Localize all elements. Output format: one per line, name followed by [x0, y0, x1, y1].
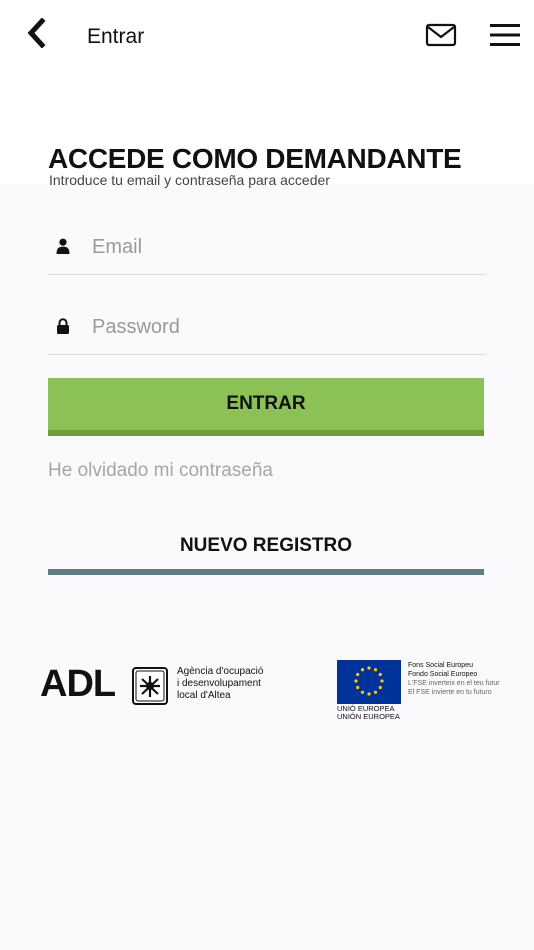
email-field-row: [48, 214, 486, 275]
page-title: Entrar: [87, 25, 145, 48]
app-header: Entrar: [0, 0, 534, 72]
eu-social-fund-logo: UNIÓ EUROPEA UNIÓN EUROPEA Fons Social E…: [337, 660, 527, 730]
adl-caption-line: local d'Altea: [177, 690, 231, 701]
adl-logo-mark: ADL: [40, 663, 116, 705]
new-registration-button[interactable]: NUEVO REGISTRO: [48, 522, 484, 575]
eu-flag-caption-line: UNIÓN EUROPEA: [337, 712, 400, 721]
hamburger-menu-icon[interactable]: [489, 22, 521, 48]
eu-flag-caption: UNIÓ EUROPEA UNIÓN EUROPEA: [337, 705, 400, 721]
adl-caption: Agència d'ocupació i desenvolupament loc…: [177, 666, 297, 702]
login-button[interactable]: ENTRAR: [48, 378, 484, 436]
email-input[interactable]: [90, 226, 474, 268]
login-subtitle: Introduce tu email y contraseña para acc…: [49, 172, 330, 188]
forgot-password-link[interactable]: He olvidado mi contraseña: [48, 460, 273, 482]
lock-icon: [57, 318, 69, 334]
login-heading: ACCEDE COMO DEMANDANTE: [48, 143, 462, 174]
password-input[interactable]: [90, 306, 474, 348]
mail-icon[interactable]: [425, 23, 457, 47]
eu-fund-line: El FSE invierte en tu futuro: [408, 689, 492, 696]
eu-fund-line: Fondo Social Europeo: [408, 671, 478, 678]
adl-caption-line: Agència d'ocupació: [177, 666, 264, 677]
eu-fund-line: L'FSE inverteix en el teu futur: [408, 680, 500, 687]
user-icon: [56, 238, 70, 254]
eu-fund-text: Fons Social Europeu Fondo Social Europeo…: [408, 661, 500, 697]
altea-shield-icon: [132, 667, 168, 705]
password-field-row: [48, 294, 486, 355]
back-arrow-icon[interactable]: [24, 18, 48, 48]
eu-flag-icon: [337, 660, 401, 704]
eu-fund-line: Fons Social Europeu: [408, 662, 473, 669]
adl-caption-line: i desenvolupament: [177, 678, 261, 689]
